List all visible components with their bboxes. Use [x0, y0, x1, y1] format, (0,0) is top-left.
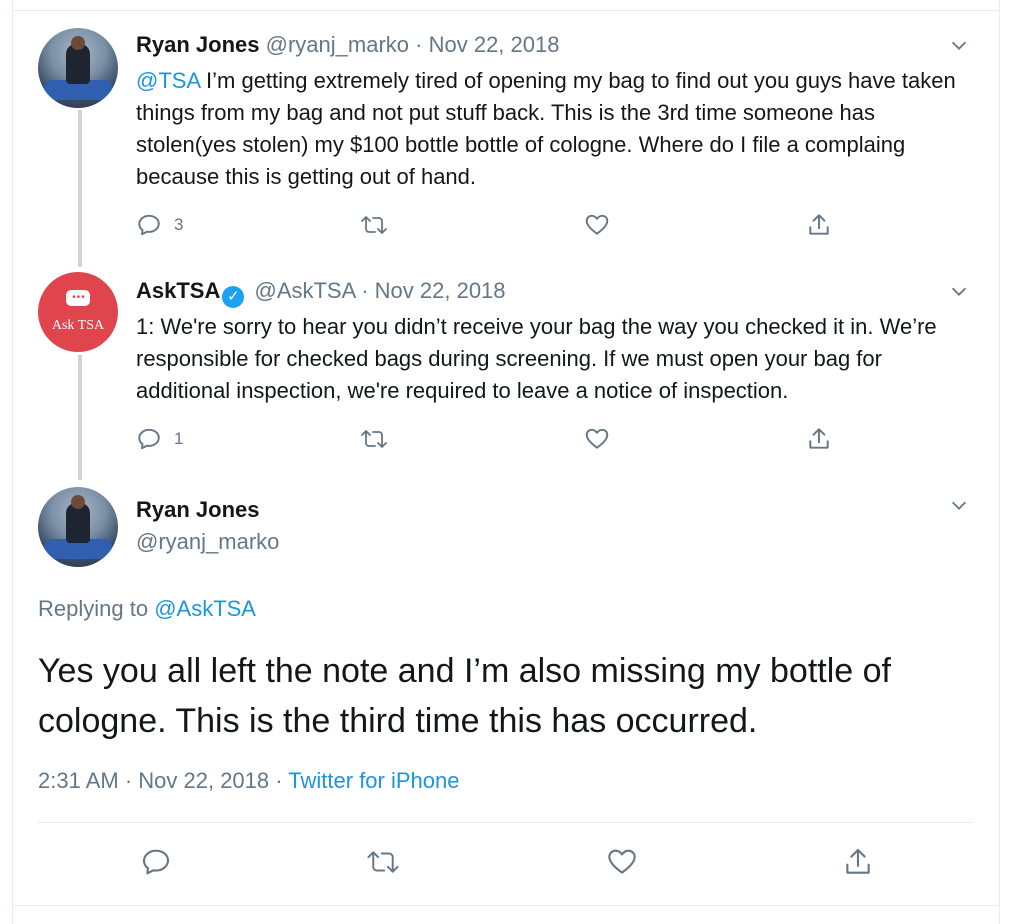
bottom-divider: [12, 905, 1000, 906]
reply-icon: [142, 849, 170, 875]
replying-prefix: Replying to: [38, 596, 155, 621]
timestamp-text[interactable]: 2:31 AM · Nov 22, 2018 ·: [38, 768, 288, 793]
share-button[interactable]: [806, 212, 832, 238]
date-separator: ·: [361, 278, 369, 303]
retweet-button[interactable]: [360, 212, 388, 238]
user-name[interactable]: Ryan Jones: [136, 497, 279, 523]
replying-to: Replying to @AskTSA: [38, 596, 256, 622]
avatar-asktsa[interactable]: ••• Ask TSA: [38, 272, 118, 352]
reply-button[interactable]: [140, 846, 172, 878]
share-button[interactable]: [806, 426, 832, 452]
heart-icon: [608, 849, 636, 874]
avatar[interactable]: [38, 28, 118, 108]
tweet-date[interactable]: Nov 22, 2018: [429, 32, 560, 57]
like-button[interactable]: [584, 426, 610, 452]
reply-icon: [138, 428, 160, 450]
tweet-header: Ryan Jones @ryanj_marko: [136, 497, 279, 555]
retweet-icon: [361, 216, 387, 234]
thread-connector: [78, 355, 82, 480]
avatar[interactable]: [38, 487, 118, 567]
share-icon: [809, 428, 829, 449]
tweet-header: Ryan Jones @ryanj_marko · Nov 22, 2018: [136, 32, 559, 58]
reply-button[interactable]: 1: [136, 426, 183, 452]
verified-badge-icon: ✓: [222, 286, 245, 308]
tweet-text: 1: We're sorry to hear you didn’t receiv…: [136, 314, 937, 403]
user-handle[interactable]: @AskTSA: [254, 278, 355, 303]
user-name[interactable]: AskTSA: [136, 278, 220, 303]
retweet-button[interactable]: [360, 426, 388, 452]
retweet-icon: [361, 430, 387, 448]
user-name[interactable]: Ryan Jones: [136, 32, 260, 57]
retweet-icon: [367, 851, 399, 873]
tweet-header: AskTSA ✓ @AskTSA · Nov 22, 2018: [136, 278, 506, 308]
reply-button[interactable]: 3: [136, 212, 183, 238]
tweet-timestamp: 2:31 AM · Nov 22, 2018 · Twitter for iPh…: [38, 768, 459, 794]
like-button[interactable]: [584, 212, 610, 238]
tweet-text-content: I’m getting extremely tired of opening m…: [136, 68, 956, 189]
divider: [38, 822, 973, 823]
share-icon: [846, 848, 870, 874]
chevron-down-icon[interactable]: [948, 494, 970, 516]
reply-count: 3: [174, 215, 184, 234]
source-link[interactable]: Twitter for iPhone: [288, 768, 459, 793]
reply-icon: [138, 214, 160, 236]
like-button[interactable]: [606, 846, 638, 878]
chevron-down-icon[interactable]: [948, 280, 970, 302]
user-handle[interactable]: @ryanj_marko: [136, 529, 279, 555]
top-divider: [12, 10, 1000, 11]
replying-handle-link[interactable]: @AskTSA: [154, 596, 256, 621]
user-handle[interactable]: @ryanj_marko: [266, 32, 409, 57]
date-separator: ·: [415, 32, 423, 57]
thread-connector: [78, 110, 82, 267]
tweet-date[interactable]: Nov 22, 2018: [375, 278, 506, 303]
mention-link[interactable]: @TSA: [136, 68, 200, 93]
tweet-text: @TSA I’m getting extremely tired of open…: [136, 65, 976, 193]
share-icon: [809, 214, 829, 235]
heart-icon: [585, 428, 609, 449]
main-tweet-text: Yes you all left the note and I’m also m…: [38, 652, 891, 740]
heart-icon: [585, 214, 609, 235]
reply-count: 1: [174, 429, 184, 448]
share-button[interactable]: [842, 846, 874, 878]
chevron-down-icon[interactable]: [948, 34, 970, 56]
avatar-logo-text: Ask TSA: [51, 318, 105, 333]
retweet-button[interactable]: [366, 846, 400, 878]
